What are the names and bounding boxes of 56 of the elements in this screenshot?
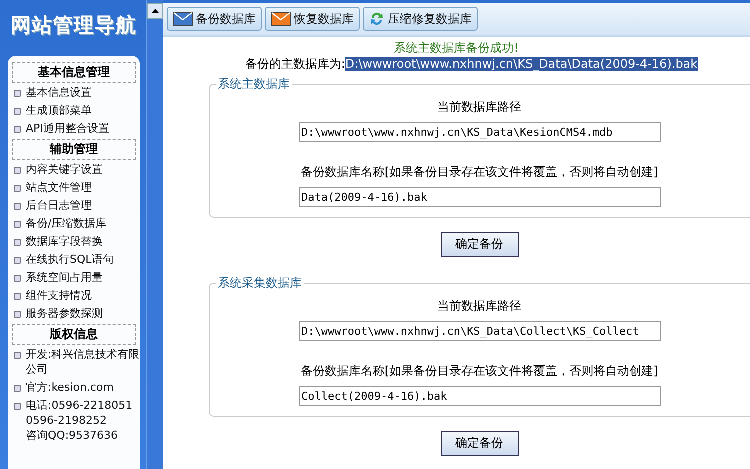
filename-input[interactable]: Data(2009-4-16).bak xyxy=(298,187,660,207)
success-message: 系统主数据库备份成功! xyxy=(393,41,520,56)
bullet-icon xyxy=(14,293,21,300)
bullet-icon xyxy=(14,403,21,410)
menu-item[interactable]: 官方:kesion.com xyxy=(26,380,114,395)
group-heading: 基本信息管理 xyxy=(12,62,136,83)
path-input[interactable]: D:\wwwroot\www.nxhnwj.cn\KS_Data\Collect\KS_Collect xyxy=(298,321,660,341)
backup-path-label: 备份的主数据库为: xyxy=(245,57,346,71)
sidebar-title: 网站管理导航 xyxy=(10,12,138,39)
confirm-backup-button[interactable]: 确定备份 xyxy=(440,431,518,456)
toolbar-button[interactable]: 压缩修复数据库 xyxy=(363,7,478,31)
bullet-icon xyxy=(14,221,21,228)
bullet-icon xyxy=(14,257,21,264)
scrollbar[interactable] xyxy=(146,0,163,469)
bullet-icon xyxy=(14,167,21,174)
section-legend: 系统主数据库 xyxy=(216,76,292,93)
section-legend: 系统采集数据库 xyxy=(216,275,304,292)
path-input[interactable]: D:\wwwroot\www.nxhnwj.cn\KS_Data\KesionCMS4.mdb xyxy=(298,122,660,142)
menu-item[interactable]: 站点文件管理 xyxy=(26,180,92,195)
bullet-icon xyxy=(14,126,21,133)
up-arrow-icon xyxy=(152,9,158,13)
field-label: 备份数据库名称[如果备份目录存在该文件将覆盖，否则将自动创建] xyxy=(300,164,660,181)
menu-item[interactable]: 在线执行SQL语句 xyxy=(26,252,114,267)
confirm-backup-button[interactable]: 确定备份 xyxy=(440,232,518,257)
group-heading: 辅助管理 xyxy=(12,139,136,160)
menu-item[interactable]: API通用整合设置 xyxy=(26,121,110,136)
bullet-icon xyxy=(14,311,21,318)
bullet-icon xyxy=(14,385,21,392)
menu-item[interactable]: 基本信息设置 xyxy=(26,85,92,100)
bullet-icon xyxy=(14,352,21,359)
menu-item[interactable]: 内容关键字设置 xyxy=(26,162,103,177)
bullet-icon xyxy=(14,239,21,246)
menu-item[interactable]: 生成顶部菜单 xyxy=(26,103,92,118)
menu-item[interactable]: 后台日志管理 xyxy=(26,198,92,213)
toolbar-button[interactable]: 备份数据库 xyxy=(167,7,262,31)
menu-item[interactable]: 服务器参数探测 xyxy=(26,306,103,321)
field-label: 当前数据库路径 xyxy=(436,298,522,315)
refresh-icon xyxy=(369,11,385,27)
field-label: 当前数据库路径 xyxy=(436,99,522,116)
bullet-icon xyxy=(14,275,21,282)
bullet-icon xyxy=(14,108,21,115)
field-label: 备份数据库名称[如果备份目录存在该文件将覆盖，否则将自动创建] xyxy=(300,363,660,380)
filename-input[interactable]: Collect(2009-4-16).bak xyxy=(298,386,660,406)
bullet-icon xyxy=(14,90,21,97)
menu-item[interactable]: 系统空间占用量 xyxy=(26,270,103,285)
scroll-up-button[interactable] xyxy=(147,3,163,19)
menu-item[interactable]: 数据库字段替换 xyxy=(26,234,103,249)
menu-item[interactable]: 组件支持情况 xyxy=(26,288,92,303)
bullet-icon xyxy=(14,203,21,210)
backup-path-value: D:\wwwroot\www.nxhnwj.cn\KS_Data\Data(2009-4-16).bak xyxy=(345,57,698,71)
menu-item[interactable]: 备份/压缩数据库 xyxy=(26,216,107,231)
bullet-icon xyxy=(14,185,21,192)
menu-item[interactable]: 电话:0596-2218051 0596-2198252 咨询QQ:9537636 xyxy=(26,398,133,443)
toolbar-button[interactable]: 恢复数据库 xyxy=(265,7,360,31)
menu-item[interactable]: 开发:科兴信息技术有限公司 xyxy=(26,347,140,377)
group-heading: 版权信息 xyxy=(12,324,136,345)
